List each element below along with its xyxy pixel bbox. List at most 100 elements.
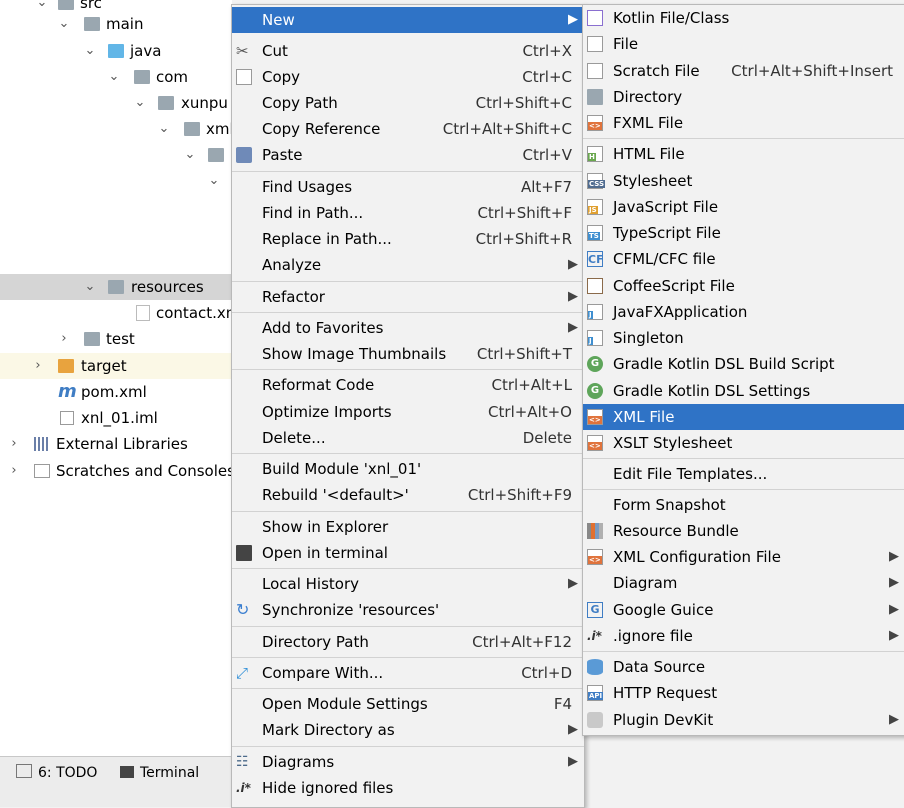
- new-coffeescript-file[interactable]: CoffeeScript File: [583, 273, 904, 299]
- new-http-request[interactable]: API HTTP Request: [583, 680, 904, 706]
- chevron-down-icon[interactable]: ⌄: [184, 142, 196, 168]
- menu-copy-reference[interactable]: Copy Reference Ctrl+Alt+Shift+C: [232, 116, 584, 142]
- new-gradle-kotlin-build-script[interactable]: G Gradle Kotlin DSL Build Script: [583, 351, 904, 377]
- tree-row-xml[interactable]: ⌄ xml: [0, 116, 232, 142]
- tree-row-scratches[interactable]: › Scratches and Consoles: [0, 458, 232, 484]
- submenu-arrow-icon: ▶: [889, 602, 899, 617]
- chevron-down-icon[interactable]: ⌄: [84, 38, 96, 64]
- chevron-down-icon[interactable]: ⌄: [208, 168, 220, 194]
- new-kotlin-file[interactable]: Kotlin File/Class: [583, 5, 904, 31]
- menu-diagrams[interactable]: ☷ Diagrams ▶: [232, 749, 584, 775]
- new-xml-file[interactable]: <> XML File: [583, 404, 904, 430]
- new-data-source[interactable]: Data Source: [583, 654, 904, 680]
- new-singleton[interactable]: J Singleton: [583, 325, 904, 351]
- menu-show-in-explorer[interactable]: Show in Explorer: [232, 514, 584, 540]
- library-icon: [34, 437, 50, 451]
- menu-show-image-thumbnails[interactable]: Show Image Thumbnails Ctrl+Shift+T: [232, 341, 584, 367]
- menu-local-history[interactable]: Local History ▶: [232, 571, 584, 597]
- todo-tab[interactable]: 6: TODO: [16, 763, 97, 783]
- menu-open-module-settings[interactable]: Open Module Settings F4: [232, 691, 584, 717]
- new-typescript-file[interactable]: TS TypeScript File: [583, 220, 904, 246]
- tree-row-main[interactable]: ⌄ main: [0, 11, 232, 37]
- scratches-icon: [34, 464, 50, 478]
- new-xslt-stylesheet[interactable]: <> XSLT Stylesheet: [583, 430, 904, 456]
- menu-refactor[interactable]: Refactor ▶: [232, 284, 584, 310]
- tree-row-subpackage-2[interactable]: ⌄: [0, 168, 232, 194]
- menu-replace-in-path[interactable]: Replace in Path... Ctrl+Shift+R: [232, 226, 584, 252]
- menu-add-to-favorites[interactable]: Add to Favorites ▶: [232, 315, 584, 341]
- menu-directory-path[interactable]: Directory Path Ctrl+Alt+F12: [232, 629, 584, 655]
- tree-row-java[interactable]: ⌄ java: [0, 38, 232, 64]
- chevron-right-icon[interactable]: ›: [8, 431, 20, 457]
- menu-synchronize[interactable]: ↻ Synchronize 'resources': [232, 597, 584, 623]
- menu-compare-with[interactable]: ⤢ Compare With... Ctrl+D: [232, 660, 584, 686]
- new-cfml-file[interactable]: CF CFML/CFC file: [583, 246, 904, 272]
- menu-mark-directory-as[interactable]: Mark Directory as ▶: [232, 717, 584, 743]
- terminal-icon: [120, 766, 134, 778]
- menu-hide-ignored-files[interactable]: .i* Hide ignored files: [232, 775, 584, 801]
- new-javafx-application[interactable]: J JavaFXApplication: [583, 299, 904, 325]
- source-folder-icon: [108, 44, 124, 58]
- menu-find-usages[interactable]: Find Usages Alt+F7: [232, 174, 584, 200]
- new-html-file[interactable]: H HTML File: [583, 141, 904, 167]
- new-directory[interactable]: Directory: [583, 84, 904, 110]
- new-submenu: Kotlin File/Class File Scratch File Ctrl…: [582, 4, 904, 736]
- new-google-guice[interactable]: G Google Guice ▶: [583, 597, 904, 623]
- menu-build-module[interactable]: Build Module 'xnl_01': [232, 456, 584, 482]
- menu-open-in-terminal[interactable]: Open in terminal: [232, 540, 584, 566]
- separator: [232, 626, 584, 627]
- tree-row-iml[interactable]: xnl_01.iml: [0, 405, 232, 431]
- tree-row-target[interactable]: › target: [0, 353, 232, 379]
- chevron-down-icon[interactable]: ⌄: [134, 90, 146, 116]
- menu-new[interactable]: New ▶: [232, 7, 584, 33]
- menu-copy-path[interactable]: Copy Path Ctrl+Shift+C: [232, 90, 584, 116]
- chevron-down-icon[interactable]: ⌄: [58, 11, 70, 37]
- new-plugin-devkit[interactable]: Plugin DevKit ▶: [583, 707, 904, 733]
- menu-optimize-imports[interactable]: Optimize Imports Ctrl+Alt+O: [232, 399, 584, 425]
- tree-row-com[interactable]: ⌄ com: [0, 64, 232, 90]
- new-stylesheet[interactable]: CSS Stylesheet: [583, 168, 904, 194]
- new-gradle-kotlin-settings[interactable]: G Gradle Kotlin DSL Settings: [583, 378, 904, 404]
- menu-copy[interactable]: Copy Ctrl+C: [232, 64, 584, 90]
- menu-delete[interactable]: Delete... Delete: [232, 425, 584, 451]
- tree-row-xunpu[interactable]: ⌄ xunpu: [0, 90, 232, 116]
- new-javascript-file[interactable]: JS JavaScript File: [583, 194, 904, 220]
- tree-row-pom-xml[interactable]: m pom.xml: [0, 379, 232, 405]
- menu-cut[interactable]: ✂ Cut Ctrl+X: [232, 38, 584, 64]
- chevron-right-icon[interactable]: ›: [32, 353, 44, 379]
- new-fxml-file[interactable]: <> FXML File: [583, 110, 904, 136]
- chevron-down-icon[interactable]: ⌄: [108, 64, 120, 90]
- chevron-down-icon[interactable]: ⌄: [158, 116, 170, 142]
- new-edit-file-templates[interactable]: Edit File Templates...: [583, 461, 904, 487]
- submenu-arrow-icon: ▶: [889, 628, 899, 643]
- new-scratch-file[interactable]: Scratch File Ctrl+Alt+Shift+Insert: [583, 58, 904, 84]
- menu-find-in-path[interactable]: Find in Path... Ctrl+Shift+F: [232, 200, 584, 226]
- menu-reformat-code[interactable]: Reformat Code Ctrl+Alt+L: [232, 372, 584, 398]
- tree-row-subpackage[interactable]: ⌄: [0, 142, 232, 168]
- tree-row-resources[interactable]: ⌄ resources: [0, 274, 232, 300]
- package-icon: [158, 96, 174, 110]
- terminal-tab[interactable]: Terminal: [120, 763, 199, 783]
- new-form-snapshot[interactable]: Form Snapshot: [583, 492, 904, 518]
- package-icon: [208, 148, 224, 162]
- tree-row-contact-xml[interactable]: contact.xml: [0, 300, 232, 326]
- tree-row-test[interactable]: › test: [0, 326, 232, 352]
- chevron-right-icon[interactable]: ›: [58, 326, 70, 352]
- module-file-icon: [60, 411, 74, 425]
- separator: [583, 489, 904, 490]
- new-diagram[interactable]: Diagram ▶: [583, 570, 904, 596]
- css-file-icon: CSS: [587, 173, 606, 189]
- new-ignore-file[interactable]: .i* .ignore file ▶: [583, 623, 904, 649]
- chevron-right-icon[interactable]: ›: [8, 458, 20, 484]
- separator: [583, 458, 904, 459]
- menu-paste[interactable]: Paste Ctrl+V: [232, 142, 584, 168]
- new-file[interactable]: File: [583, 31, 904, 57]
- new-xml-configuration-file[interactable]: <> XML Configuration File ▶: [583, 544, 904, 570]
- menu-analyze[interactable]: Analyze ▶: [232, 252, 584, 278]
- chevron-down-icon[interactable]: ⌄: [84, 274, 96, 300]
- new-resource-bundle[interactable]: Resource Bundle: [583, 518, 904, 544]
- tree-row-external-libraries[interactable]: › External Libraries: [0, 431, 232, 457]
- submenu-arrow-icon: ▶: [889, 575, 899, 590]
- menu-rebuild[interactable]: Rebuild '<default>' Ctrl+Shift+F9: [232, 482, 584, 508]
- package-icon: [134, 70, 150, 84]
